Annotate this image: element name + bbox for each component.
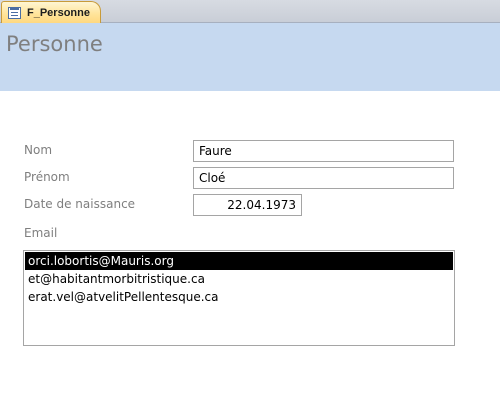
tab-label: F_Personne bbox=[27, 7, 90, 19]
nom-field[interactable]: Faure bbox=[193, 140, 454, 162]
date-naissance-label: Date de naissance bbox=[24, 197, 136, 211]
prenom-label: Prénom bbox=[24, 170, 70, 184]
prenom-field[interactable]: Cloé bbox=[193, 167, 454, 189]
email-listbox[interactable]: orci.lobortis@Mauris.org et@habitantmorb… bbox=[23, 250, 455, 346]
email-label: Email bbox=[24, 226, 58, 240]
email-list-item[interactable]: et@habitantmorbitristique.ca bbox=[25, 270, 453, 288]
document-tab-bar: F_Personne bbox=[0, 0, 500, 24]
page-title: Personne bbox=[6, 32, 103, 56]
form-icon bbox=[8, 7, 21, 19]
tab-f-personne[interactable]: F_Personne bbox=[1, 1, 101, 24]
email-list-item[interactable]: erat.vel@atvelitPellentesque.ca bbox=[25, 288, 453, 306]
email-list-item[interactable]: orci.lobortis@Mauris.org bbox=[25, 252, 453, 270]
date-naissance-field[interactable]: 22.04.1973 bbox=[193, 194, 302, 216]
nom-label: Nom bbox=[24, 143, 53, 157]
